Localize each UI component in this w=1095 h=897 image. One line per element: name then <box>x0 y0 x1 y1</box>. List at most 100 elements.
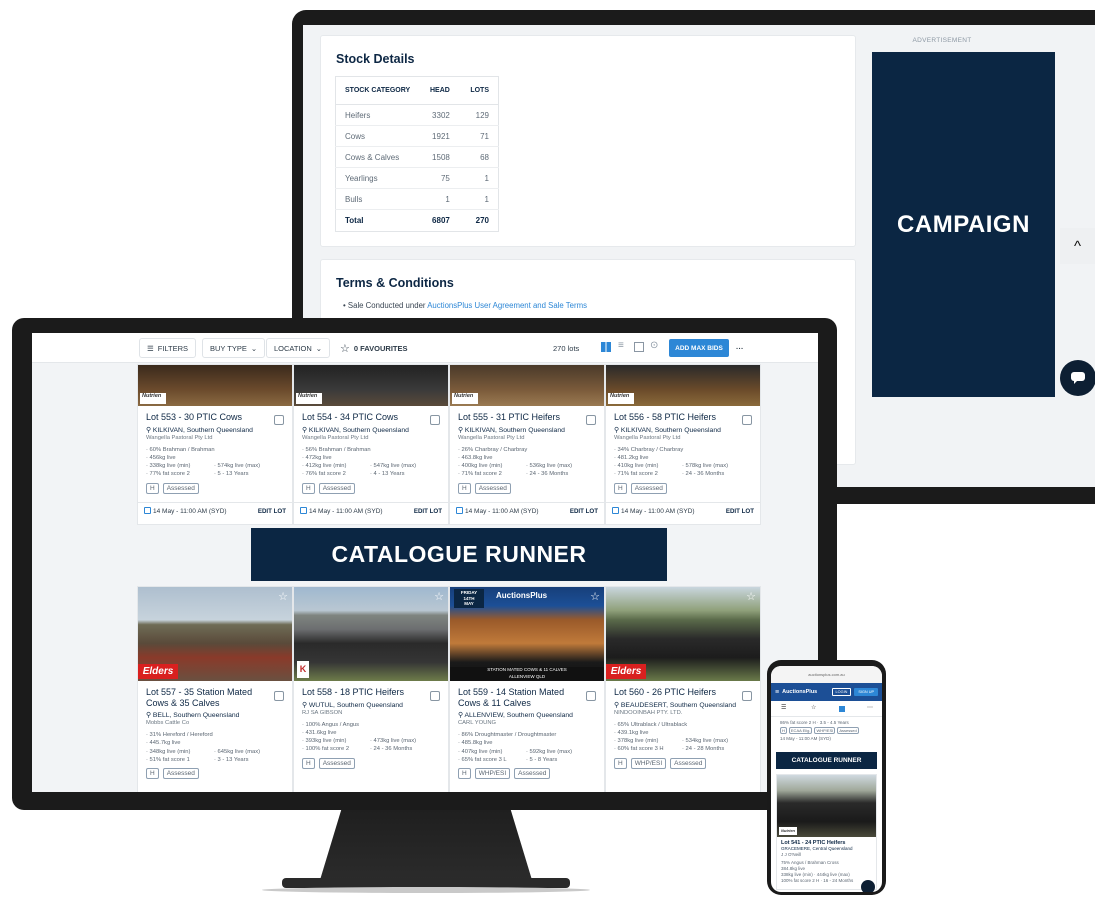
edit-lot-button[interactable]: EDIT LOT <box>726 508 754 515</box>
more-options-icon[interactable]: ⋯ <box>867 704 873 711</box>
lot-title[interactable]: Lot 559 - 14 Station Mated Cows & 11 Cal… <box>450 687 604 708</box>
phone-login-button[interactable]: LOGIN <box>831 688 852 696</box>
lot-title[interactable]: Lot 556 - 58 PTIC Heifers <box>606 412 760 423</box>
lot-image[interactable]: ☆ Elders <box>606 587 760 681</box>
lot-fat: · 76% fat score 2 <box>302 471 346 478</box>
grid-view-icon[interactable] <box>601 342 611 352</box>
lot-image[interactable]: Nutrien <box>450 365 604 406</box>
nutrien-logo: Nutrien <box>140 393 166 404</box>
lot-title[interactable]: Lot 558 - 18 PTIC Heifers <box>294 687 448 698</box>
lot-image[interactable]: Nutrien <box>138 365 292 406</box>
phone-lot-title[interactable]: Lot 541 - 24 PTIC Heifers <box>777 837 876 846</box>
phone-chat-button[interactable] <box>861 880 875 892</box>
lot-card[interactable]: ☆ K Lot 558 - 18 PTIC Heifers ⚲ WUTUL, S… <box>293 586 449 792</box>
edit-lot-button[interactable]: EDIT LOT <box>570 508 598 515</box>
hamburger-menu-icon[interactable]: ≡ <box>775 689 779 696</box>
snippet-date: 14 May - 11:00 AM (SYD) <box>780 736 831 741</box>
lot-select-checkbox[interactable] <box>430 415 440 425</box>
buy-type-dropdown[interactable]: BUY TYPE ⌄ <box>202 338 266 358</box>
weight-text: 485.8kg live <box>461 740 493 747</box>
phone-url-bar[interactable]: auctionsplus.com.au <box>771 666 882 683</box>
grid-view-icon[interactable] <box>839 706 845 712</box>
lot-image[interactable]: ☆ K <box>294 587 448 681</box>
scroll-to-top-button[interactable]: ^ <box>1060 228 1095 264</box>
row-category: Heifers <box>335 104 419 126</box>
campaign-ad[interactable]: CAMPAIGN <box>872 52 1055 397</box>
lot-image[interactable]: ☆ Elders <box>138 587 292 681</box>
lot-select-checkbox[interactable] <box>742 691 752 701</box>
row-lots: 1 <box>458 188 499 210</box>
lot-title[interactable]: Lot 557 - 35 Station Mated Cows & 35 Cal… <box>138 687 292 708</box>
lot-facts: · 65% Ultrablack / Ultrablack · 439.1kg … <box>606 721 760 754</box>
tag-whp-esi: WHP/ESI <box>474 768 511 780</box>
row-lots: 71 <box>458 125 499 147</box>
favourite-star-icon[interactable]: ☆ <box>434 590 444 603</box>
lot-max: · 536kg live (max) <box>526 463 573 470</box>
lot-select-checkbox[interactable] <box>430 691 440 701</box>
lot-date: 14 May - 11:00 AM (SYD) <box>456 507 539 515</box>
lot-image[interactable]: Nutrien <box>294 365 448 406</box>
lot-select-checkbox[interactable] <box>742 415 752 425</box>
location-dropdown[interactable]: LOCATION ⌄ <box>266 338 331 358</box>
lot-title[interactable]: Lot 560 - 26 PTIC Heifers <box>606 687 760 698</box>
lot-image[interactable]: FRIDAY 14TH MAY AuctionsPlus ☆ STATION MAT… <box>450 587 604 681</box>
chevron-up-icon: ^ <box>1073 237 1082 255</box>
phone-signup-button[interactable]: SIGN UP <box>854 688 878 696</box>
lot-facts: · 86% Droughtmaster / Droughtmaster · 48… <box>450 731 604 764</box>
location-pin-icon: ⚲ <box>302 426 307 434</box>
lot-max: · 578kg live (max) <box>682 463 729 470</box>
lot-card[interactable]: FRIDAY 14TH MAY AuctionsPlus ☆ STATION MAT… <box>449 586 605 792</box>
chat-button[interactable] <box>1060 360 1095 396</box>
star-icon[interactable]: ☆ <box>811 704 816 711</box>
lot-card[interactable]: ☆ Elders Lot 557 - 35 Station Mated Cows… <box>137 586 293 792</box>
lot-title[interactable]: Lot 555 - 31 PTIC Heifers <box>450 412 604 423</box>
phone-lot-image[interactable]: Nutrien <box>777 775 876 837</box>
filters-label: FILTERS <box>157 343 189 353</box>
favourite-star-icon[interactable]: ☆ <box>746 590 756 603</box>
lot-min: · 338kg live (min) <box>146 463 191 470</box>
table-view-icon[interactable] <box>634 342 644 352</box>
table-row: Cows 1921 71 <box>335 125 499 147</box>
weight-text: 481.2kg live <box>617 454 649 461</box>
catalogue-runner-banner[interactable]: CATALOGUE RUNNER <box>251 528 667 581</box>
add-max-bids-button[interactable]: ADD MAX BIDS <box>669 339 729 357</box>
lot-select-checkbox[interactable] <box>586 691 596 701</box>
filters-button[interactable]: ☰ FILTERS <box>139 338 197 358</box>
weight-text: 445.7kg live <box>149 740 181 747</box>
tag-assessed: Assessed <box>837 727 859 734</box>
phone-lot-card[interactable]: Nutrien Lot 541 - 24 PTIC Heifers GRACEM… <box>776 774 877 890</box>
lot-fat: · 65% fat score 3 L <box>458 756 507 763</box>
table-row: Yearlings 75 1 <box>335 167 499 189</box>
advertisement-column: ADVERTISEMENT CAMPAIGN <box>872 25 1055 487</box>
user-agreement-link[interactable]: AuctionsPlus User Agreement and Sale Ter… <box>427 301 587 310</box>
lot-card[interactable]: ☆ Elders Lot 560 - 26 PTIC Heifers ⚲ BEA… <box>605 586 761 792</box>
lot-card[interactable]: Nutrien Lot 556 - 58 PTIC Heifers ⚲ KILK… <box>605 364 761 525</box>
weight-text: 439.1kg live <box>617 729 649 736</box>
phone-catalogue-runner[interactable]: CATALOGUE RUNNER <box>776 752 877 769</box>
location-pin-icon: ⚲ <box>458 426 463 434</box>
lot-select-checkbox[interactable] <box>274 691 284 701</box>
lot-card[interactable]: Nutrien Lot 554 - 34 PTIC Cows ⚲ KILKIVA… <box>293 364 449 525</box>
filter-icon[interactable]: ☰ <box>781 704 786 711</box>
favourite-star-icon[interactable]: ☆ <box>590 590 600 603</box>
monitor-shadow <box>262 887 590 893</box>
phone-nav: ≡ AuctionsPlus LOGIN SIGN UP <box>771 683 882 701</box>
more-options-button[interactable]: ··· <box>736 338 744 358</box>
edit-lot-button[interactable]: EDIT LOT <box>258 508 286 515</box>
lot-title[interactable]: Lot 554 - 34 PTIC Cows <box>294 412 448 423</box>
map-pin-icon[interactable]: ⊙ <box>650 340 658 351</box>
edit-lot-button[interactable]: EDIT LOT <box>414 508 442 515</box>
phone-brand[interactable]: AuctionsPlus <box>782 689 828 695</box>
lot-select-checkbox[interactable] <box>274 415 284 425</box>
lot-card[interactable]: Nutrien Lot 553 - 30 PTIC Cows ⚲ KILKIVA… <box>137 364 293 525</box>
list-view-icon[interactable]: ≡ <box>618 340 624 351</box>
lot-title[interactable]: Lot 553 - 30 PTIC Cows <box>138 412 292 423</box>
lot-select-checkbox[interactable] <box>586 415 596 425</box>
favourite-star-icon[interactable]: ☆ <box>278 590 288 603</box>
tag-h: H <box>146 482 159 494</box>
row-category: Cows <box>335 125 419 147</box>
lot-card[interactable]: Nutrien Lot 555 - 31 PTIC Heifers ⚲ KILK… <box>449 364 605 525</box>
tag-assessed: Assessed <box>162 482 199 494</box>
favourites-button[interactable]: ☆ 0 FAVOURITES <box>333 338 415 358</box>
lot-image[interactable]: Nutrien <box>606 365 760 406</box>
